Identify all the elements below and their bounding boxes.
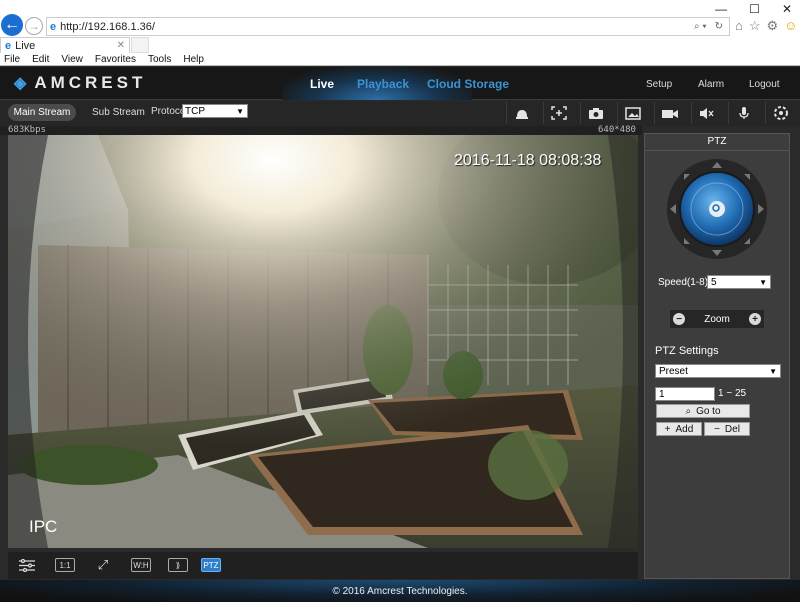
smiley-feedback-icon[interactable]: ☺ [784,18,797,34]
preset-number-input[interactable]: 1 [655,387,715,401]
refresh-icon[interactable]: ↻ [715,21,723,32]
plus-icon: + [664,423,671,435]
minus-icon: − [714,423,720,435]
copyright-footer: © 2016 Amcrest Technologies. [0,580,800,602]
region-focus-icon[interactable] [543,102,573,124]
nav-live[interactable]: Live [310,77,334,91]
nav-cloud-storage[interactable]: Cloud Storage [427,77,509,91]
home-icon[interactable]: ⌂ [735,18,743,34]
image-icon[interactable] [617,102,647,124]
ie-icon: e [50,20,57,33]
chevron-down-icon: ▼ [769,366,777,376]
forward-button[interactable]: → [25,17,43,35]
nav-logout[interactable]: Logout [749,79,780,90]
nav-setup[interactable]: Setup [646,79,672,90]
alarm-bell-icon[interactable] [506,102,536,124]
video-header [0,126,642,135]
brand-name: AMCREST [34,73,147,92]
ptz-direction-dial[interactable] [666,158,768,260]
speed-label: Speed(1-8): [658,277,711,288]
settings-gear-icon[interactable]: ⚙ [767,18,779,34]
window-controls: — ☐ ✕ [715,2,792,16]
ptz-mode-select[interactable]: Preset ▼ [655,364,781,378]
search-icon[interactable]: ⌕ ▾ [694,21,707,32]
fullscreen-icon[interactable] [765,102,795,124]
speed-value: 5 [711,276,717,288]
width-height-icon[interactable]: W:H [131,558,151,572]
goto-label: Go to [696,405,721,417]
protocol-select[interactable]: TCP ▼ [182,104,248,118]
address-url: http://192.168.1.36/ [60,20,155,33]
preset-number-value: 1 [659,388,665,400]
bitrate-readout: 683Kbps [8,125,46,135]
snapshot-camera-icon[interactable] [580,102,610,124]
zoom-control: − Zoom + [670,310,764,328]
tab-title: Live [15,39,36,52]
resolution-readout: 640*480 [598,125,636,135]
tab-ie-icon: e [5,39,12,52]
microphone-icon[interactable] [728,102,758,124]
record-video-icon[interactable] [654,102,684,124]
nav-playback[interactable]: Playback [357,77,409,91]
ptz-mode-value: Preset [659,365,688,377]
digital-zoom-icon[interactable]: ⟫ [168,558,188,572]
maximize-icon[interactable]: ☐ [749,2,760,16]
preset-range: 1 ~ 25 [718,388,747,399]
browser-tab[interactable]: e Live ✕ [0,37,130,53]
minimize-icon[interactable]: — [715,2,727,16]
tab-close-icon[interactable]: ✕ [117,40,125,51]
video-timestamp: 2016-11-18 08:08:38 [454,152,602,169]
zoom-out-button[interactable]: − [673,313,685,325]
menu-bar: File Edit View Favorites Tools Help [0,53,800,66]
search-icon: ⌕ [685,405,692,417]
address-tools: ⌕ ▾ ↻ [694,21,729,32]
close-icon[interactable]: ✕ [782,2,792,16]
speaker-mute-icon[interactable] [691,102,721,124]
image-adjust-icon[interactable] [17,558,37,572]
menu-view[interactable]: View [61,54,83,65]
zoom-in-button[interactable]: + [749,313,761,325]
new-tab-button[interactable] [131,37,149,53]
menu-file[interactable]: File [4,54,20,65]
del-label: Del [724,423,740,435]
speed-select[interactable]: 5 ▼ [707,275,771,289]
menu-favorites[interactable]: Favorites [95,54,136,65]
protocol-value: TCP [185,105,205,117]
address-bar[interactable]: e http://192.168.1.36/ ⌕ ▾ ↻ [46,17,730,36]
browser-toolbar: ⌂ ☆ ⚙ ☺ [735,18,797,34]
amcrest-logo-icon: ◈ [14,75,27,92]
ptz-settings-title: PTZ Settings [655,345,719,357]
sub-stream-button[interactable]: Sub Stream [92,107,145,118]
live-video-feed[interactable] [8,135,638,548]
camera-scene-image [8,135,638,548]
favorites-star-icon[interactable]: ☆ [749,18,761,34]
brand-logo: ◈ AMCREST [14,73,146,93]
ptz-title: PTZ [645,136,789,151]
chevron-down-icon: ▼ [759,277,767,287]
fit-window-icon[interactable]: ⤢ [93,557,113,572]
menu-tools[interactable]: Tools [148,54,171,65]
back-button[interactable]: ← [1,14,23,36]
add-label: Add [675,423,694,435]
delete-preset-button[interactable]: − Del [704,422,750,436]
add-preset-button[interactable]: + Add [656,422,702,436]
zoom-label: Zoom [704,313,730,325]
channel-label: IPC [29,517,58,536]
goto-button[interactable]: ⌕ Go to [656,404,750,418]
menu-edit[interactable]: Edit [32,54,49,65]
nav-alarm[interactable]: Alarm [698,79,724,90]
original-size-icon[interactable]: 1:1 [55,558,75,572]
chevron-down-icon: ▼ [236,106,244,116]
ptz-toggle-icon[interactable]: PTZ [201,558,221,572]
main-stream-button[interactable]: Main Stream [8,104,76,121]
menu-help[interactable]: Help [183,54,204,65]
